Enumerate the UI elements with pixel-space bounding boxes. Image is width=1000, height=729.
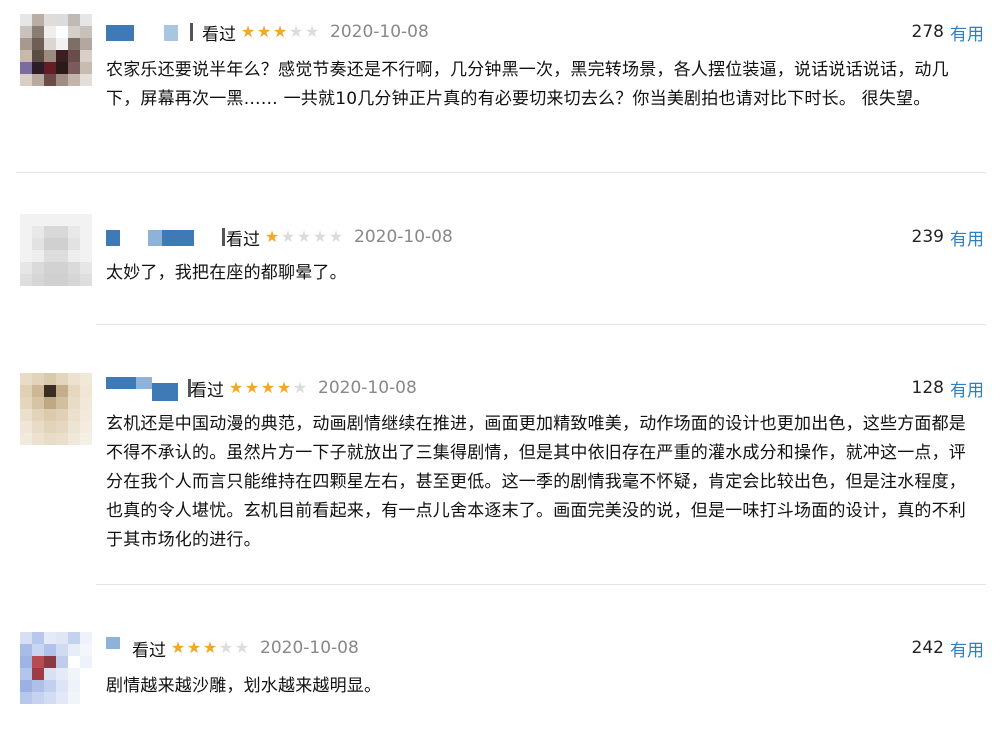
star-icon: ★ xyxy=(328,227,344,246)
avatar[interactable] xyxy=(20,373,92,445)
review-date: 2020-10-08 xyxy=(318,378,417,398)
watched-status: 看过 xyxy=(190,380,224,401)
rating-stars: ★ ★ ★ ★ ★ xyxy=(240,24,320,40)
star-icon: ★ xyxy=(218,638,234,657)
username[interactable] xyxy=(106,637,132,659)
star-icon: ★ xyxy=(272,22,288,41)
star-icon: ★ xyxy=(264,227,280,246)
star-icon: ★ xyxy=(256,22,272,41)
useful-button[interactable]: 有用 xyxy=(950,20,984,45)
vote-box: 278 有用 xyxy=(911,20,984,45)
username[interactable] xyxy=(106,377,191,401)
review-text: 太妙了，我把在座的都聊晕了。 xyxy=(106,263,347,283)
rating-stars: ★ ★ ★ ★ ★ xyxy=(264,229,344,245)
avatar[interactable] xyxy=(20,14,92,86)
star-icon: ★ xyxy=(234,638,250,657)
rating-stars: ★ ★ ★ ★ ★ xyxy=(228,380,308,396)
watched-status: 看过 xyxy=(132,640,166,661)
star-icon: ★ xyxy=(292,378,308,397)
vote-count: 242 xyxy=(911,638,944,658)
review-date: 2020-10-08 xyxy=(354,227,453,247)
divider xyxy=(16,172,986,173)
useful-button[interactable]: 有用 xyxy=(950,636,984,661)
star-icon: ★ xyxy=(288,22,304,41)
review-meta: 看过 ★ ★ ★ ★ ★ 2020-10-08 xyxy=(106,376,417,401)
star-icon: ★ xyxy=(280,227,296,246)
star-icon: ★ xyxy=(276,378,292,397)
star-icon: ★ xyxy=(202,638,218,657)
divider xyxy=(96,324,986,325)
review-date: 2020-10-08 xyxy=(330,22,429,42)
review-date: 2020-10-08 xyxy=(260,638,359,658)
avatar[interactable] xyxy=(20,632,92,704)
star-icon: ★ xyxy=(228,378,244,397)
review-meta: 看过 ★ ★ ★ ★ ★ 2020-10-08 xyxy=(106,20,429,45)
watched-status: 看过 xyxy=(202,24,236,45)
divider xyxy=(96,584,986,585)
username[interactable] xyxy=(106,21,202,43)
watched-status: 看过 xyxy=(226,229,260,250)
vote-count: 278 xyxy=(911,22,944,42)
star-icon: ★ xyxy=(296,227,312,246)
vote-box: 242 有用 xyxy=(911,636,984,661)
star-icon: ★ xyxy=(240,22,256,41)
review-text: 玄机还是中国动漫的典范，动画剧情继续在推进，画面更加精致唯美，动作场面的设计也更… xyxy=(106,414,966,550)
vote-box: 239 有用 xyxy=(911,225,984,250)
review-meta: 看过 ★ ★ ★ ★ ★ 2020-10-08 xyxy=(106,636,359,661)
vote-box: 128 有用 xyxy=(911,376,984,401)
star-icon: ★ xyxy=(244,378,260,397)
star-icon: ★ xyxy=(170,638,186,657)
star-icon: ★ xyxy=(304,22,320,41)
vote-count: 128 xyxy=(911,378,944,398)
star-icon: ★ xyxy=(312,227,328,246)
avatar[interactable] xyxy=(20,214,92,286)
star-icon: ★ xyxy=(186,638,202,657)
star-icon: ★ xyxy=(260,378,276,397)
vote-count: 239 xyxy=(911,227,944,247)
useful-button[interactable]: 有用 xyxy=(950,225,984,250)
review-text: 农家乐还要说半年么？感觉节奏还是不行啊，几分钟黑一次，黑完转场景，各人摆位装逼，… xyxy=(106,60,949,109)
rating-stars: ★ ★ ★ ★ ★ xyxy=(170,640,250,656)
review-meta: 看过 ★ ★ ★ ★ ★ 2020-10-08 xyxy=(106,225,453,250)
useful-button[interactable]: 有用 xyxy=(950,376,984,401)
username[interactable] xyxy=(106,226,226,248)
review-text: 剧情越来越沙雕，划水越来越明显。 xyxy=(106,676,382,696)
